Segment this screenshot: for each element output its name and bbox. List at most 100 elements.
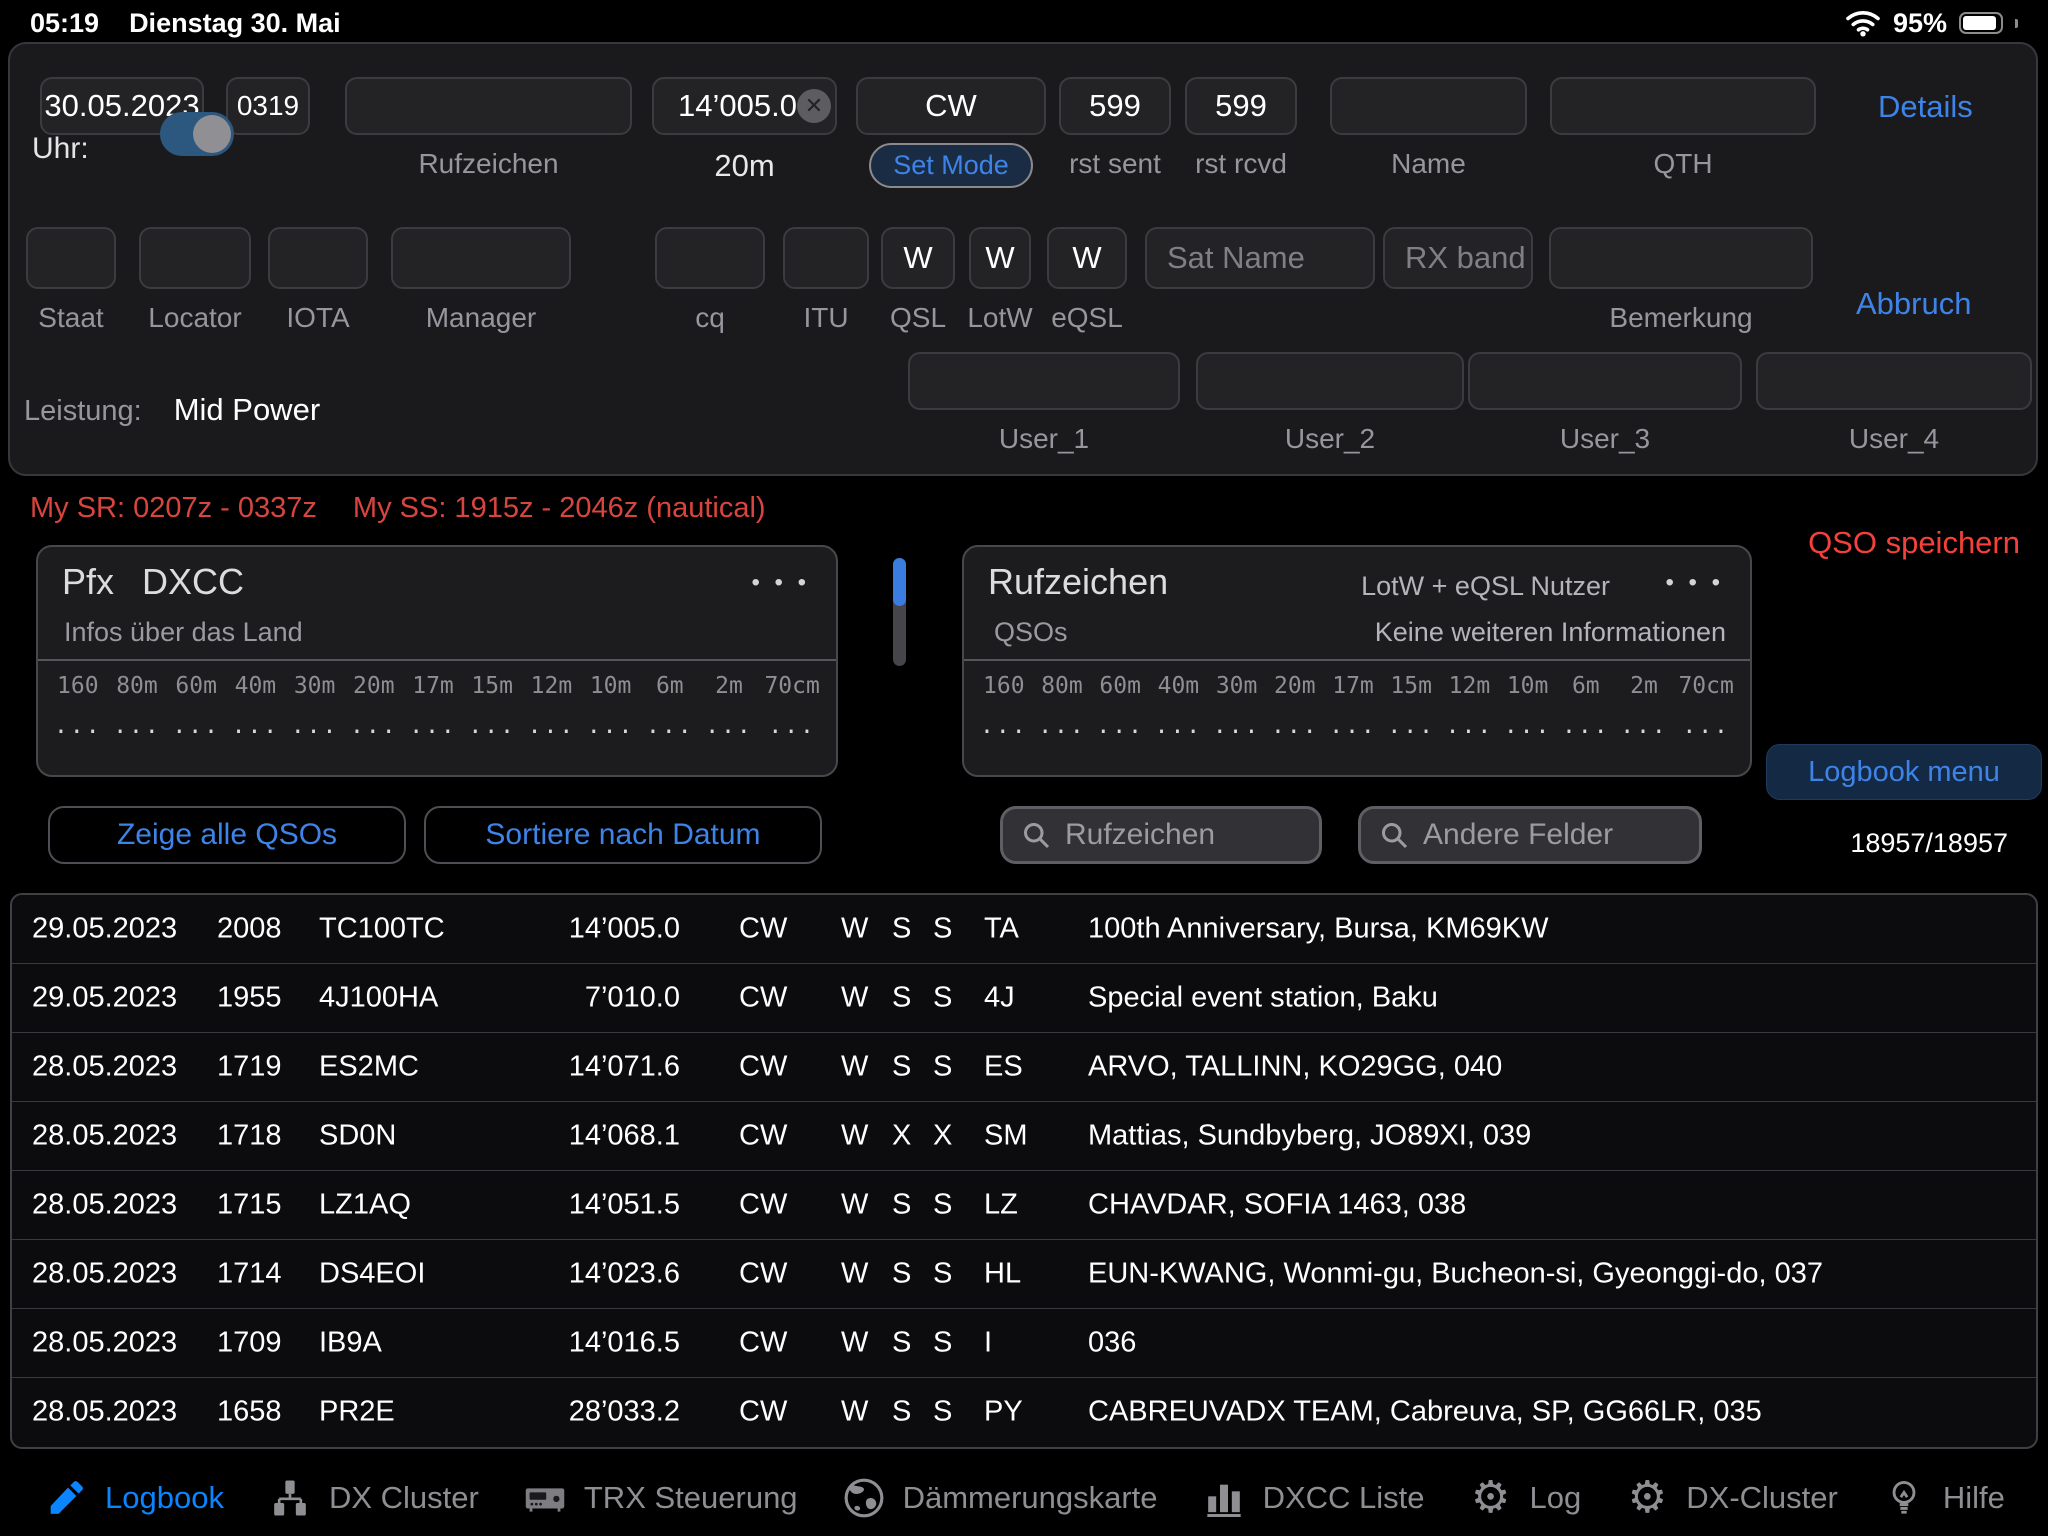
- frequency-field[interactable]: 14’005.0 ✕: [652, 77, 837, 135]
- band-name: 40m: [1158, 673, 1200, 699]
- qso-eqsl-flag: X: [933, 1120, 952, 1153]
- abbruch-link[interactable]: Abbruch: [1856, 286, 1971, 322]
- qso-frequency: 28’033.2: [512, 1396, 680, 1429]
- ellipsis-icon[interactable]: • • •: [751, 569, 810, 597]
- user2-group: User_2: [1196, 352, 1464, 455]
- qso-comment: CABREUVADX TEAM, Cabreuva, SP, GG66LR, 0…: [1088, 1396, 2016, 1429]
- qso-lotw-flag: S: [892, 1051, 911, 1084]
- search-icon: [1021, 820, 1051, 850]
- band-dots: ...: [646, 713, 694, 739]
- ellipsis-icon[interactable]: • • •: [1665, 569, 1724, 597]
- tab-dx-cluster-settings[interactable]: ⚙ DX-Cluster: [1624, 1475, 1838, 1521]
- leistung-label: Leistung:: [24, 395, 142, 427]
- table-row[interactable]: 29.05.2023 1955 4J100HA 7’010.0 CW W S S…: [12, 964, 2036, 1033]
- tab-dx-cluster[interactable]: DX Cluster: [267, 1475, 479, 1521]
- rst-rcvd-field[interactable]: 599: [1185, 77, 1297, 135]
- tab-hilfe[interactable]: Hilfe: [1881, 1475, 2005, 1521]
- bemerkung-label: Bemerkung: [1609, 302, 1752, 334]
- eqsl-field[interactable]: W: [1047, 227, 1127, 289]
- qso-lotw-flag: S: [892, 913, 911, 946]
- rx-band-field[interactable]: RX band: [1383, 227, 1533, 289]
- qso-mode: CW: [739, 1189, 787, 1222]
- no-further-info: Keine weiteren Informationen: [1375, 617, 1726, 648]
- sat-name-field[interactable]: Sat Name: [1145, 227, 1375, 289]
- iota-field[interactable]: [268, 227, 368, 289]
- cq-field[interactable]: [655, 227, 765, 289]
- band-name: 70cm: [764, 673, 819, 699]
- sort-by-date-button[interactable]: Sortiere nach Datum: [424, 806, 822, 864]
- user4-field[interactable]: [1756, 352, 2032, 410]
- qsl-field[interactable]: W: [881, 227, 955, 289]
- locator-field[interactable]: [139, 227, 251, 289]
- time-field[interactable]: 0319: [226, 77, 310, 135]
- band-status-row: 160 ... 80m ... 60m ... 40m ... 30m ... …: [54, 673, 820, 739]
- band-name: 160: [57, 673, 99, 699]
- tab-dxcc-liste[interactable]: DXCC Liste: [1201, 1475, 1425, 1521]
- itu-field[interactable]: [783, 227, 869, 289]
- table-row[interactable]: 28.05.2023 1719 ES2MC 14’071.6 CW W S S …: [12, 1033, 2036, 1102]
- band-column: 60m ...: [1096, 673, 1144, 739]
- qso-prefix: HL: [984, 1258, 1021, 1291]
- tab-logbook[interactable]: Logbook: [43, 1475, 224, 1521]
- qso-count: 18957/18957: [1850, 828, 2008, 859]
- show-all-qsos-button[interactable]: Zeige alle QSOs: [48, 806, 406, 864]
- table-row[interactable]: 28.05.2023 1718 SD0N 14’068.1 CW W X X S…: [12, 1102, 2036, 1171]
- lotw-field[interactable]: W: [969, 227, 1031, 289]
- save-qso-button[interactable]: QSO speichern: [1808, 525, 2020, 561]
- qth-field[interactable]: [1550, 77, 1816, 135]
- toggle-knob: [193, 115, 231, 153]
- table-row[interactable]: 28.05.2023 1714 DS4EOI 14’023.6 CW W S S…: [12, 1240, 2036, 1309]
- iota-label: IOTA: [286, 302, 349, 334]
- table-row[interactable]: 28.05.2023 1715 LZ1AQ 14’051.5 CW W S S …: [12, 1171, 2036, 1240]
- name-field[interactable]: [1330, 77, 1527, 135]
- callsign-panel-title: Rufzeichen: [988, 561, 1168, 603]
- qsl-label: QSL: [890, 302, 946, 334]
- qso-date: 28.05.2023: [32, 1396, 177, 1429]
- rst-sent-field[interactable]: 599: [1059, 77, 1171, 135]
- clock-toggle[interactable]: [160, 112, 234, 156]
- hamlog-screen: 05:19 Dienstag 30. Mai 95% 30.05.2023 03…: [0, 0, 2048, 1536]
- clear-icon[interactable]: ✕: [797, 89, 831, 123]
- user2-field[interactable]: [1196, 352, 1464, 410]
- staat-field[interactable]: [26, 227, 116, 289]
- leistung-value[interactable]: Mid Power: [174, 392, 320, 427]
- tab-log[interactable]: ⚙ Log: [1468, 1475, 1582, 1521]
- lightbulb-icon: [1881, 1475, 1927, 1521]
- band-name: 40m: [235, 673, 277, 699]
- table-row[interactable]: 28.05.2023 1709 IB9A 14’016.5 CW W S S I…: [12, 1309, 2036, 1378]
- tab-daemmerungskarte[interactable]: Dämmerungskarte: [841, 1475, 1158, 1521]
- qso-prefix: 4J: [984, 982, 1015, 1015]
- manager-field[interactable]: [391, 227, 571, 289]
- band-column: 40m ...: [1155, 673, 1203, 739]
- panel-scrollbar[interactable]: [893, 558, 906, 666]
- frequency-field-group: 14’005.0 ✕ 20m: [652, 77, 837, 184]
- logbook-menu-button[interactable]: Logbook menu: [1766, 744, 2042, 800]
- cq-label: cq: [695, 302, 725, 334]
- qso-frequency: 14’068.1: [512, 1120, 680, 1153]
- qso-prefix: I: [984, 1327, 992, 1360]
- band-column: 20m ...: [1271, 673, 1319, 739]
- tab-trx-steuerung[interactable]: TRX Steuerung: [522, 1475, 798, 1521]
- qso-date: 29.05.2023: [32, 982, 177, 1015]
- search-other-fields-input[interactable]: Andere Felder: [1358, 806, 1702, 864]
- qso-qsl-flag: W: [841, 1051, 868, 1084]
- qso-comment: ARVO, TALLINN, KO29GG, 040: [1088, 1051, 2016, 1084]
- iota-group: IOTA: [268, 227, 368, 334]
- sat-name-group: Sat Name: [1145, 227, 1375, 289]
- mode-field[interactable]: CW: [856, 77, 1046, 135]
- callsign-info-panel[interactable]: Rufzeichen LotW + eQSL Nutzer • • • QSOs…: [962, 545, 1752, 777]
- table-row[interactable]: 28.05.2023 1658 PR2E 28’033.2 CW W S S P…: [12, 1378, 2036, 1446]
- callsign-field[interactable]: [345, 77, 632, 135]
- search-callsign-input[interactable]: Rufzeichen: [1000, 806, 1322, 864]
- lotw-eqsl-user-info: LotW + eQSL Nutzer: [1361, 571, 1610, 602]
- bemerkung-field[interactable]: [1549, 227, 1813, 289]
- band-dots: ...: [1213, 713, 1261, 739]
- user1-field[interactable]: [908, 352, 1180, 410]
- details-link[interactable]: Details: [1878, 89, 1973, 125]
- scrollbar-thumb[interactable]: [893, 558, 906, 606]
- user3-field[interactable]: [1468, 352, 1742, 410]
- set-mode-button[interactable]: Set Mode: [869, 143, 1033, 188]
- dxcc-info-panel[interactable]: PfxDXCC • • • Infos über das Land 160 ..…: [36, 545, 838, 777]
- table-row[interactable]: 29.05.2023 2008 TC100TC 14’005.0 CW W S …: [12, 895, 2036, 964]
- qso-comment: 036: [1088, 1327, 2016, 1360]
